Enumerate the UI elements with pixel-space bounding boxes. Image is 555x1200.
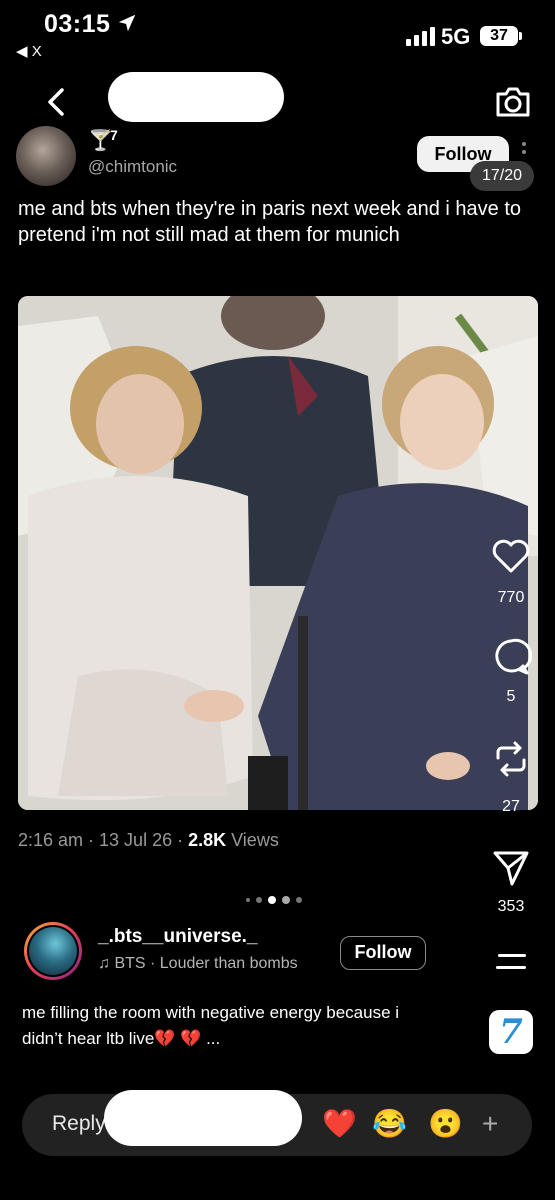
add-reaction-button[interactable]: + xyxy=(482,1108,498,1140)
next-post-caption: me filling the room with negative energy… xyxy=(22,1003,400,1048)
repost-count: 27 xyxy=(502,798,520,815)
post-caption: me and bts when they're in paris next we… xyxy=(18,198,521,246)
media-counter: 17/20 xyxy=(470,161,534,191)
location-arrow-icon xyxy=(118,14,136,32)
carousel-pager xyxy=(246,896,316,906)
post-timestamp: 2:16 am · 13 Jul 26 · xyxy=(18,830,189,850)
author-avatar[interactable] xyxy=(16,126,76,186)
battery-icon: 37 xyxy=(480,26,518,46)
share-icon[interactable] xyxy=(490,846,532,888)
battery-tip xyxy=(519,32,522,40)
photo-illustration xyxy=(18,296,538,810)
views-label: Views xyxy=(226,830,279,850)
post-meta: 2:16 am · 13 Jul 26 · 2.8K Views xyxy=(18,830,279,851)
reply-input[interactable]: Reply xyxy=(52,1112,106,1136)
next-follow-button[interactable]: Follow xyxy=(340,936,426,970)
heart-reaction-button[interactable]: ❤️ xyxy=(322,1108,357,1140)
wow-reaction-button[interactable]: 😮 xyxy=(428,1108,463,1140)
views-count: 2.8K xyxy=(188,830,227,850)
share-count: 353 xyxy=(497,898,525,915)
redaction-scribble xyxy=(108,72,284,122)
comment-icon[interactable] xyxy=(490,636,532,678)
next-author-username[interactable]: _.bts__universe._ xyxy=(98,926,257,948)
next-author-avatar[interactable] xyxy=(24,922,82,980)
chevron-left-icon[interactable] xyxy=(38,84,74,120)
comment-count: 5 xyxy=(506,688,516,705)
like-count: 770 xyxy=(497,589,525,606)
status-time: 03:15 xyxy=(44,10,111,38)
cell-signal-icon xyxy=(406,26,436,46)
network-type: 5G xyxy=(441,24,471,49)
badge-count: 7 xyxy=(110,127,118,143)
app-7-icon[interactable]: 7 xyxy=(489,1010,533,1054)
music-label[interactable]: ♫ BTS · Louder than bombs xyxy=(98,955,298,973)
repost-icon[interactable] xyxy=(490,738,532,780)
heart-icon[interactable] xyxy=(490,535,532,577)
redaction-scribble-bottom xyxy=(104,1090,302,1146)
menu-lines-icon[interactable] xyxy=(496,950,526,972)
post-photo[interactable] xyxy=(18,296,538,810)
laugh-reaction-button[interactable]: 😂 xyxy=(372,1108,407,1140)
camera-icon[interactable] xyxy=(494,84,532,120)
author-handle[interactable]: @chimtonic xyxy=(88,157,177,177)
back-to-app-link[interactable]: ◀ X xyxy=(16,42,42,60)
